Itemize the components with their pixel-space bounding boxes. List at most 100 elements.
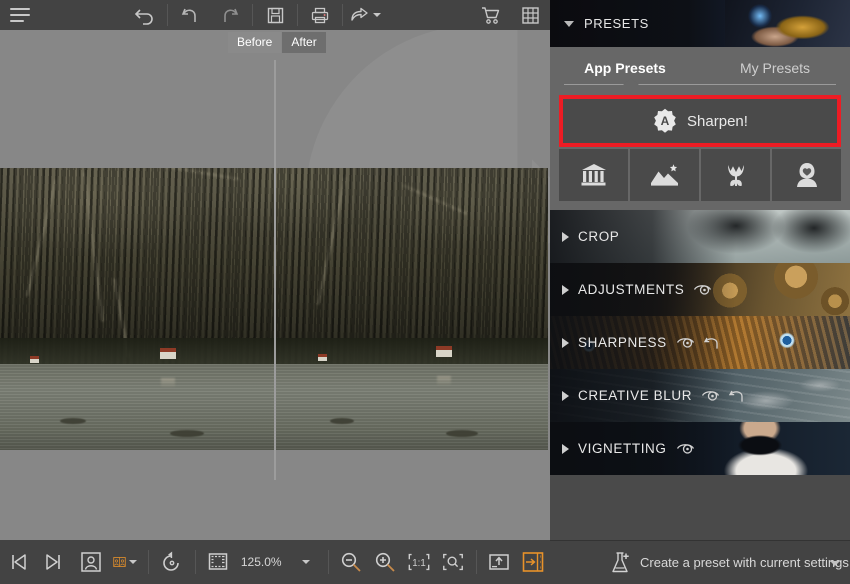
tab-my-presets[interactable]: My Presets (700, 47, 850, 89)
cart-icon[interactable] (470, 0, 510, 30)
portrait-icon (796, 163, 817, 187)
sharpen-button[interactable]: A Sharpen! (563, 99, 837, 143)
reset-icon[interactable] (729, 389, 746, 403)
section-creative-blur[interactable]: CREATIVE BLUR (550, 369, 850, 422)
portrait-category-button[interactable] (772, 149, 841, 201)
export-icon (489, 554, 509, 570)
single-view-button[interactable] (74, 540, 108, 584)
print-glyph (311, 7, 329, 23)
chevron-down-icon[interactable] (830, 560, 840, 566)
compare-divider-handle[interactable] (274, 60, 276, 480)
next-image-icon (46, 554, 60, 570)
one-to-one-zoom-button[interactable]: 1:1 (402, 540, 436, 584)
active-tab-indicator (622, 78, 640, 86)
next-image-button[interactable] (36, 540, 70, 584)
presets-header-title: PRESETS (584, 16, 649, 31)
split-view-icon (113, 557, 127, 567)
photo-scene-after (276, 168, 548, 450)
zoom-level-dropdown[interactable] (288, 540, 322, 584)
one-to-one-icon: 1:1 (408, 553, 430, 571)
bottom-toolbar: 125.0% 1:1 (0, 540, 550, 584)
section-crop[interactable]: CROP (550, 210, 850, 263)
visibility-eye-icon[interactable] (676, 336, 695, 349)
scene-rock (60, 418, 86, 424)
toggle-panel-button[interactable] (516, 540, 550, 584)
print-icon[interactable] (300, 0, 340, 30)
zoom-level-value[interactable]: 125.0% (235, 555, 288, 569)
photo-compare-area[interactable] (0, 60, 550, 480)
photo-scene-before (0, 168, 274, 450)
hamburger-menu-icon[interactable] (0, 0, 40, 30)
nature-icon (727, 165, 744, 187)
crop-overlay-button[interactable] (201, 540, 235, 584)
architecture-category-button[interactable] (559, 149, 628, 201)
share-icon[interactable] (345, 0, 385, 30)
fit-to-screen-button[interactable] (436, 540, 470, 584)
section-label: ADJUSTMENTS (578, 282, 685, 297)
landscape-category-button[interactable] (630, 149, 699, 201)
save-icon[interactable] (255, 0, 295, 30)
scene-house (30, 356, 39, 363)
scene-lake (0, 364, 274, 450)
redo-glyph (224, 8, 239, 22)
undo-glyph (181, 8, 196, 22)
grid-icon[interactable] (510, 0, 550, 30)
previous-image-button[interactable] (2, 540, 36, 584)
create-preset-button[interactable]: Create a preset with current settings (550, 540, 850, 584)
auto-badge-icon: A (654, 108, 676, 133)
nature-category-button[interactable] (701, 149, 770, 201)
chevron-down-icon (373, 13, 381, 17)
scene-house (160, 348, 176, 359)
reset-icon[interactable] (703, 336, 721, 350)
zoom-in-button[interactable] (368, 540, 402, 584)
section-sharpness[interactable]: SHARPNESS (550, 316, 850, 369)
chevron-down-icon[interactable] (129, 560, 138, 564)
expand-triangle-icon[interactable] (562, 390, 569, 401)
image-canvas[interactable]: Before After (0, 30, 550, 540)
undo-all-glyph (134, 9, 153, 25)
expand-triangle-icon[interactable] (562, 337, 569, 348)
section-adjustments[interactable]: ADJUSTMENTS (550, 263, 850, 316)
scene-shoreline (0, 338, 274, 364)
flask-plus-icon-wrap (610, 551, 632, 575)
scene-rock (170, 430, 204, 437)
section-row: CREATIVE BLUR (550, 388, 746, 403)
scene-house (318, 354, 327, 361)
flask-plus-icon (612, 551, 629, 572)
redo-icon[interactable] (210, 0, 250, 30)
before-image[interactable] (0, 168, 274, 450)
top-toolbar (0, 0, 550, 30)
undo-all-icon[interactable] (125, 0, 165, 30)
rotate-button[interactable] (155, 540, 189, 584)
collapse-triangle-icon[interactable] (564, 20, 574, 27)
presets-header[interactable]: PRESETS (550, 0, 850, 47)
toolbar-divider (297, 4, 298, 26)
previous-image-icon (12, 554, 26, 570)
visibility-eye-icon[interactable] (693, 283, 712, 296)
share-glyph (351, 7, 368, 21)
expand-triangle-icon[interactable] (562, 284, 569, 295)
chevron-down-icon (302, 560, 311, 564)
save-glyph (267, 7, 283, 23)
expand-triangle-icon[interactable] (562, 231, 569, 242)
zoom-out-button[interactable] (334, 540, 368, 584)
zoom-in-icon (375, 552, 395, 572)
genie-lamp-banner-image (725, 0, 850, 47)
before-tab[interactable]: Before (228, 32, 282, 53)
toolbar-divider (167, 4, 168, 26)
sharpen-highlight-frame: A Sharpen! (559, 95, 841, 147)
visibility-eye-icon[interactable] (676, 442, 695, 455)
section-vignetting[interactable]: VIGNETTING (550, 422, 850, 475)
split-view-button[interactable] (108, 540, 142, 584)
export-button[interactable] (482, 540, 516, 584)
after-image[interactable] (276, 168, 550, 450)
undo-icon[interactable] (170, 0, 210, 30)
after-tab[interactable]: After (282, 32, 326, 53)
toolbar-divider (342, 4, 343, 26)
scene-house (436, 346, 452, 357)
visibility-eye-icon[interactable] (701, 389, 720, 402)
section-row: CROP (550, 229, 619, 244)
expand-triangle-icon[interactable] (562, 443, 569, 454)
tab-underline (564, 84, 836, 85)
auto-badge-letter: A (661, 114, 670, 128)
